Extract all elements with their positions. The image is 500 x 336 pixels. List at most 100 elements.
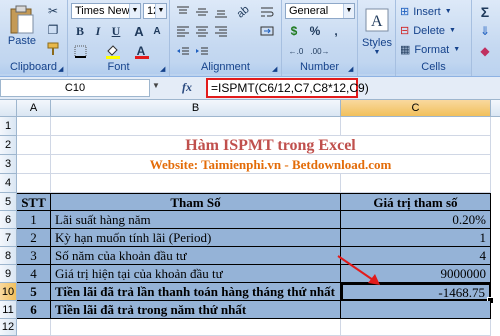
header-value[interactable]: Giá trị tham số	[341, 193, 491, 211]
grow-font-button[interactable]: A	[130, 22, 148, 40]
merge-center-button[interactable]	[258, 22, 276, 40]
cell[interactable]	[341, 319, 491, 336]
row-header[interactable]: 1	[0, 117, 17, 136]
row-stt[interactable]: 6	[17, 301, 51, 319]
italic-button[interactable]: I	[89, 22, 107, 40]
row-stt[interactable]: 5	[17, 283, 51, 301]
cut-button[interactable]: ✂	[44, 2, 62, 20]
increase-decimal-button[interactable]: ←.0	[285, 42, 307, 60]
shrink-font-button[interactable]: A	[148, 22, 166, 40]
row-param[interactable]: Kỳ hạn muốn tính lãi (Period)	[51, 229, 341, 247]
orientation-button[interactable]: ab	[234, 3, 252, 21]
decrease-decimal-button[interactable]: .00→	[309, 42, 331, 60]
row-header[interactable]: 6	[0, 211, 17, 229]
font-launcher-icon[interactable]: ◢	[160, 66, 167, 73]
number-launcher-icon[interactable]: ◢	[348, 66, 355, 73]
header-stt[interactable]: STT	[17, 193, 51, 211]
cell[interactable]	[51, 174, 341, 193]
cell[interactable]	[17, 319, 51, 336]
fill-button[interactable]: ⇓	[476, 22, 494, 40]
chevron-down-icon: ▼	[155, 4, 166, 18]
column-header-d[interactable]	[491, 100, 500, 117]
format-cells-icon: ▦	[400, 44, 411, 56]
underline-button[interactable]: U	[107, 22, 125, 40]
row-param[interactable]: Giá trị hiện tại của khoản đầu tư	[51, 265, 341, 283]
row-stt[interactable]: 4	[17, 265, 51, 283]
row-header[interactable]: 8	[0, 247, 17, 265]
row-param[interactable]: Tiền lãi đã trả trong năm thứ nhất	[51, 301, 341, 319]
sheet-website[interactable]: Website: Taimienphi.vn - Betdownload.com	[51, 155, 491, 174]
row-value[interactable]: 0.20%	[341, 211, 491, 229]
row-stt[interactable]: 3	[17, 247, 51, 265]
row-value[interactable]	[341, 301, 491, 319]
align-middle-button[interactable]	[193, 3, 211, 21]
clear-button[interactable]: ◆	[476, 42, 494, 60]
align-right-button[interactable]	[212, 22, 230, 40]
align-center-button[interactable]	[193, 22, 211, 40]
percent-button[interactable]: %	[306, 22, 324, 40]
row-header[interactable]: 3	[0, 155, 17, 174]
autosum-button[interactable]: Σ	[476, 3, 494, 21]
copy-button[interactable]: ❐	[44, 21, 62, 39]
wrap-text-button[interactable]	[258, 3, 276, 21]
chevron-down-icon[interactable]: ▼	[152, 81, 160, 90]
align-right-icon	[215, 26, 227, 37]
insert-button[interactable]: ⊞ Insert ▼	[400, 3, 452, 20]
row-param[interactable]: Lãi suất hàng năm	[51, 211, 341, 229]
cell[interactable]	[17, 174, 51, 193]
column-header-b[interactable]: B	[51, 100, 341, 117]
cell[interactable]	[341, 174, 491, 193]
row-value[interactable]: 1	[341, 229, 491, 247]
formula-input[interactable]: =ISPMT(C6/12,C7,C8*12,C9)	[206, 78, 369, 98]
cell[interactable]	[17, 117, 51, 136]
row-header[interactable]: 2	[0, 136, 17, 155]
name-box[interactable]: C10	[0, 79, 150, 97]
currency-glyph: $	[290, 24, 298, 38]
row-stt[interactable]: 2	[17, 229, 51, 247]
paste-label: Paste	[7, 35, 37, 47]
cell[interactable]	[341, 117, 491, 136]
row-header[interactable]: 9	[0, 265, 17, 283]
delete-button[interactable]: ⊟ Delete ▼	[400, 22, 456, 39]
row-header[interactable]: 11	[0, 301, 17, 319]
row-stt[interactable]: 1	[17, 211, 51, 229]
format-button[interactable]: ▦ Format ▼	[400, 41, 460, 58]
align-top-button[interactable]	[174, 3, 192, 21]
header-param[interactable]: Tham Số	[51, 193, 341, 211]
paste-button[interactable]: Paste	[4, 2, 40, 50]
column-header-a[interactable]: A	[17, 100, 51, 117]
insert-function-icon[interactable]: fx	[182, 80, 192, 95]
styles-button[interactable]: A Styles ▼	[360, 3, 394, 59]
decrease-indent-button[interactable]	[174, 42, 192, 60]
increase-indent-button[interactable]	[193, 42, 211, 60]
font-name-combo[interactable]: Times New Ro ▼	[71, 3, 141, 19]
align-bottom-button[interactable]	[212, 3, 230, 21]
font-color-button[interactable]: A	[132, 42, 150, 60]
cell[interactable]	[51, 319, 341, 336]
column-header-c[interactable]: C	[341, 100, 491, 117]
cell[interactable]	[17, 136, 51, 155]
row-param[interactable]: Tiền lãi đã trả lần thanh toán hàng thán…	[51, 283, 341, 301]
row-header[interactable]: 12	[0, 319, 17, 336]
fill-color-button[interactable]	[104, 42, 122, 60]
align-left-button[interactable]	[174, 22, 192, 40]
row-header[interactable]: 5	[0, 193, 17, 211]
insert-cells-icon: ⊞	[400, 6, 410, 18]
bold-button[interactable]: B	[71, 22, 89, 40]
row-param[interactable]: Số năm của khoản đầu tư	[51, 247, 341, 265]
alignment-launcher-icon[interactable]: ◢	[272, 66, 279, 73]
cell[interactable]	[51, 117, 341, 136]
number-format-combo[interactable]: General ▼	[285, 3, 355, 19]
row-header[interactable]: 4	[0, 174, 17, 193]
borders-button[interactable]	[71, 42, 89, 60]
font-size-combo[interactable]: 12 ▼	[143, 3, 167, 19]
row-header[interactable]: 7	[0, 229, 17, 247]
currency-button[interactable]: $	[285, 22, 303, 40]
comma-button[interactable]: ,	[327, 22, 345, 40]
format-painter-button[interactable]	[44, 40, 62, 58]
row-header-selected[interactable]: 10	[0, 283, 17, 301]
cell[interactable]	[17, 155, 51, 174]
clipboard-launcher-icon[interactable]: ◢	[58, 66, 65, 73]
sheet-title[interactable]: Hàm ISPMT trong Excel	[51, 136, 491, 155]
select-all-corner[interactable]	[0, 100, 17, 117]
